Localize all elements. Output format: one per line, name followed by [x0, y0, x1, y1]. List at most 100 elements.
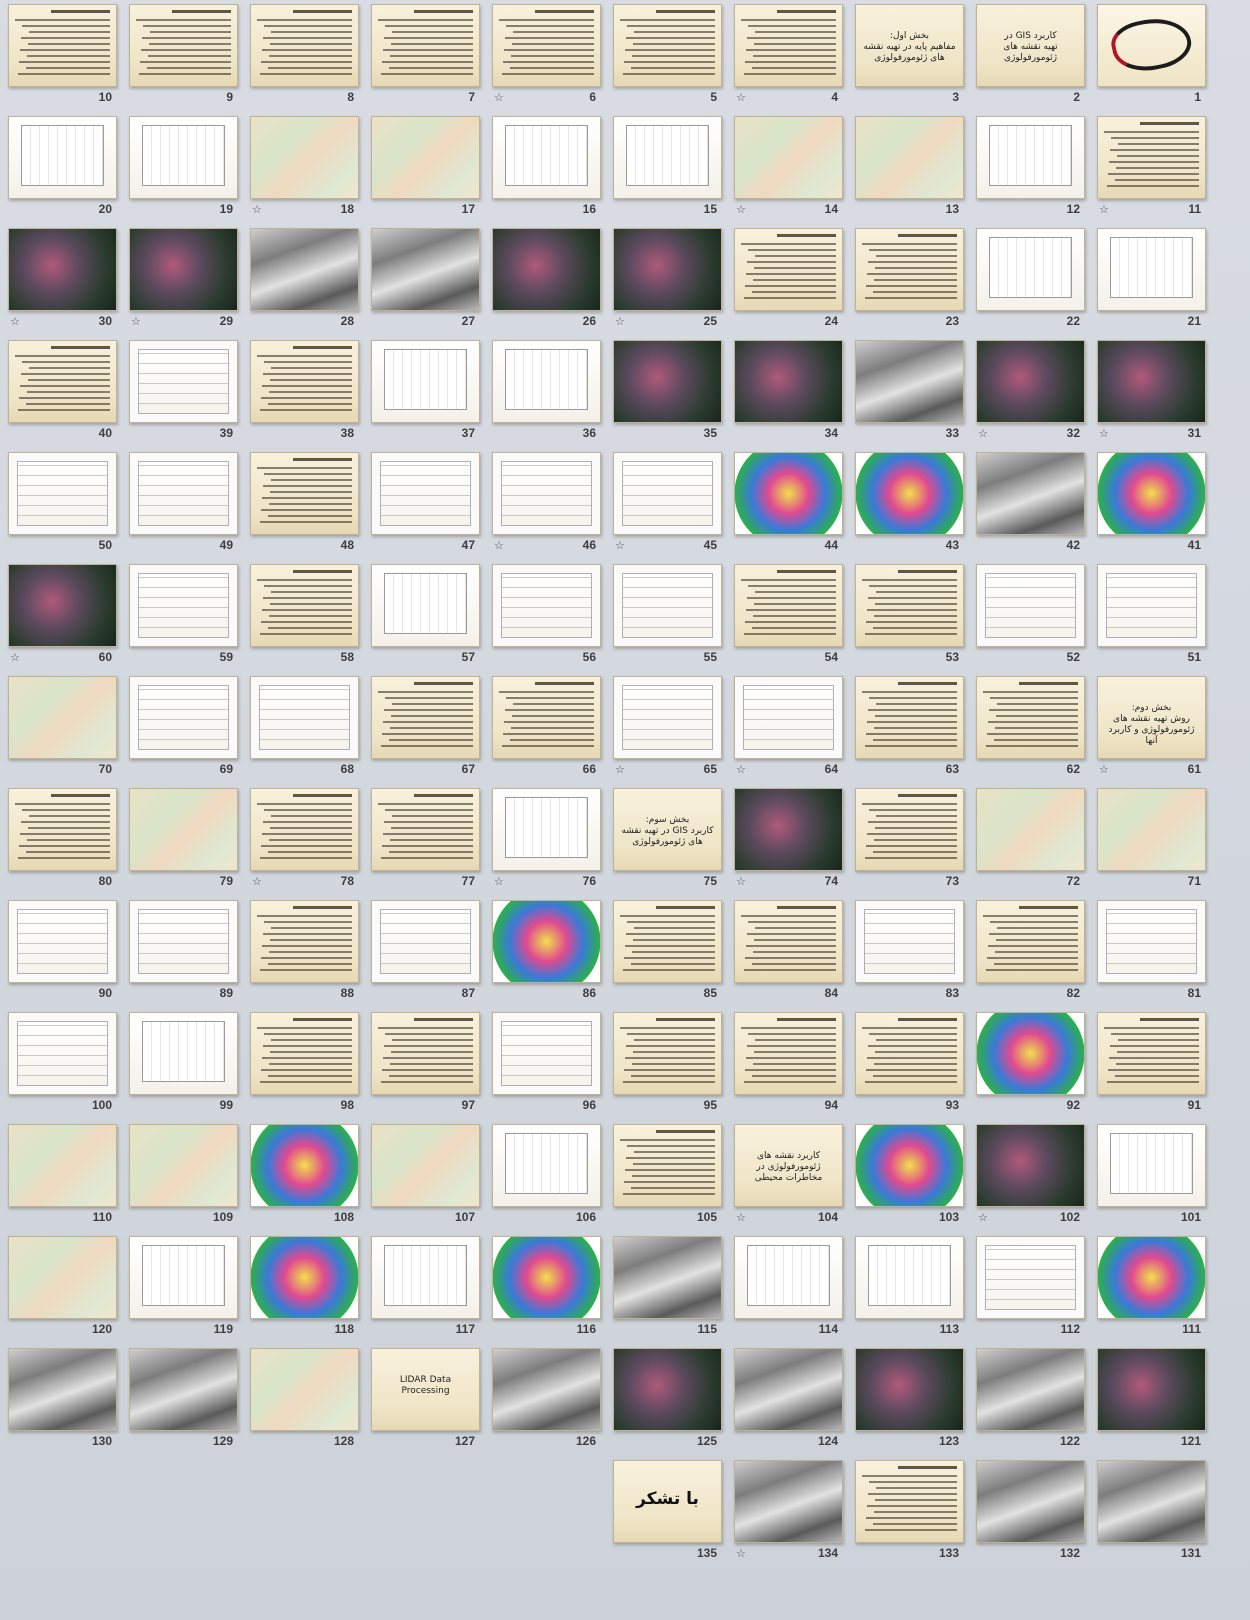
slide-thumbnail[interactable] — [613, 1012, 722, 1095]
slide-thumbnail[interactable] — [976, 1348, 1085, 1431]
slide-thumbnail[interactable] — [371, 1124, 480, 1207]
slide-thumbnail[interactable] — [8, 452, 117, 535]
slide-thumbnail[interactable] — [734, 900, 843, 983]
transition-star-icon[interactable]: ☆ — [736, 1547, 746, 1560]
transition-star-icon[interactable]: ☆ — [736, 203, 746, 216]
transition-star-icon[interactable]: ☆ — [252, 875, 262, 888]
slide-thumbnail[interactable] — [613, 116, 722, 199]
slide-thumbnail[interactable] — [492, 452, 601, 535]
slide-thumbnail[interactable] — [8, 1012, 117, 1095]
transition-star-icon[interactable]: ☆ — [494, 91, 504, 104]
slide-thumbnail[interactable] — [129, 1012, 238, 1095]
slide-thumbnail[interactable] — [734, 452, 843, 535]
slide-thumbnail[interactable] — [734, 788, 843, 871]
slide-thumbnail[interactable] — [8, 228, 117, 311]
slide-thumbnail[interactable] — [855, 564, 964, 647]
slide-thumbnail[interactable] — [1097, 788, 1206, 871]
slide-thumbnail[interactable] — [734, 676, 843, 759]
slide-thumbnail[interactable] — [613, 564, 722, 647]
transition-star-icon[interactable]: ☆ — [615, 763, 625, 776]
slide-thumbnail[interactable] — [129, 564, 238, 647]
slide-thumbnail[interactable] — [371, 900, 480, 983]
slide-thumbnail[interactable] — [1097, 564, 1206, 647]
slide-thumbnail[interactable] — [855, 1460, 964, 1543]
transition-star-icon[interactable]: ☆ — [10, 651, 20, 664]
slide-thumbnail[interactable] — [613, 452, 722, 535]
slide-thumbnail[interactable]: بخش سوم: کاربرد GIS در تهیه نقشه های ژئو… — [613, 788, 722, 871]
slide-thumbnail[interactable] — [129, 788, 238, 871]
slide-thumbnail[interactable] — [1097, 340, 1206, 423]
slide-thumbnail[interactable] — [492, 1012, 601, 1095]
slide-thumbnail[interactable] — [492, 564, 601, 647]
slide-thumbnail[interactable] — [8, 4, 117, 87]
slide-thumbnail[interactable] — [855, 452, 964, 535]
slide-thumbnail[interactable] — [976, 1236, 1085, 1319]
slide-thumbnail[interactable] — [250, 4, 359, 87]
slide-thumbnail[interactable]: بخش اول: مفاهیم پایه در تهیه نقشه های ژئ… — [855, 4, 964, 87]
slide-thumbnail[interactable]: LIDAR Data Processing — [371, 1348, 480, 1431]
slide-thumbnail[interactable] — [8, 1124, 117, 1207]
slide-thumbnail[interactable] — [855, 1348, 964, 1431]
slide-thumbnail[interactable] — [855, 116, 964, 199]
slide-thumbnail[interactable] — [371, 1012, 480, 1095]
slide-thumbnail[interactable] — [734, 4, 843, 87]
slide-thumbnail[interactable] — [129, 228, 238, 311]
slide-thumbnail[interactable] — [734, 116, 843, 199]
transition-star-icon[interactable]: ☆ — [131, 315, 141, 328]
slide-thumbnail[interactable] — [976, 340, 1085, 423]
slide-thumbnail[interactable] — [129, 1236, 238, 1319]
transition-star-icon[interactable]: ☆ — [494, 539, 504, 552]
transition-star-icon[interactable]: ☆ — [978, 1211, 988, 1224]
slide-thumbnail[interactable] — [1097, 116, 1206, 199]
slide-thumbnail[interactable] — [8, 564, 117, 647]
slide-thumbnail[interactable]: کاربرد GIS در تهیه نقشه های ژئومورفولوژی — [976, 4, 1085, 87]
slide-thumbnail[interactable] — [129, 1124, 238, 1207]
slide-thumbnail[interactable] — [8, 900, 117, 983]
slide-thumbnail[interactable] — [250, 788, 359, 871]
transition-star-icon[interactable]: ☆ — [736, 1211, 746, 1224]
slide-thumbnail[interactable] — [250, 116, 359, 199]
slide-thumbnail[interactable] — [492, 1348, 601, 1431]
slide-thumbnail[interactable] — [734, 1348, 843, 1431]
slide-thumbnail[interactable] — [734, 228, 843, 311]
slide-thumbnail[interactable] — [855, 1124, 964, 1207]
slide-thumbnail[interactable] — [613, 900, 722, 983]
slide-thumbnail[interactable] — [492, 1124, 601, 1207]
slide-thumbnail[interactable] — [855, 788, 964, 871]
slide-thumbnail[interactable] — [129, 676, 238, 759]
slide-thumbnail[interactable] — [976, 1460, 1085, 1543]
slide-thumbnail[interactable] — [1097, 1012, 1206, 1095]
slide-thumbnail[interactable] — [1097, 1348, 1206, 1431]
slide-thumbnail[interactable] — [250, 1124, 359, 1207]
transition-star-icon[interactable]: ☆ — [1099, 203, 1109, 216]
slide-thumbnail[interactable] — [855, 228, 964, 311]
slide-thumbnail[interactable] — [371, 228, 480, 311]
slide-thumbnail[interactable]: کاربرد نقشه های ژئومورفولوژی در مخاطرات … — [734, 1124, 843, 1207]
slide-thumbnail[interactable] — [8, 1236, 117, 1319]
slide-thumbnail[interactable] — [8, 340, 117, 423]
slide-thumbnail[interactable] — [8, 116, 117, 199]
slide-thumbnail[interactable] — [129, 1348, 238, 1431]
slide-thumbnail[interactable] — [976, 228, 1085, 311]
slide-thumbnail[interactable] — [250, 900, 359, 983]
slide-thumbnail[interactable] — [734, 1236, 843, 1319]
slide-thumbnail[interactable] — [1097, 452, 1206, 535]
slide-thumbnail[interactable] — [1097, 1460, 1206, 1543]
slide-thumbnail[interactable] — [1097, 4, 1206, 87]
slide-thumbnail[interactable] — [1097, 900, 1206, 983]
slide-thumbnail[interactable] — [976, 116, 1085, 199]
slide-thumbnail[interactable]: با تشکر — [613, 1460, 722, 1543]
slide-thumbnail[interactable] — [492, 116, 601, 199]
slide-thumbnail[interactable] — [734, 1012, 843, 1095]
transition-star-icon[interactable]: ☆ — [736, 763, 746, 776]
slide-thumbnail[interactable] — [250, 228, 359, 311]
slide-thumbnail[interactable] — [976, 452, 1085, 535]
slide-thumbnail[interactable] — [613, 676, 722, 759]
slide-thumbnail[interactable] — [613, 4, 722, 87]
slide-thumbnail[interactable] — [371, 116, 480, 199]
slide-thumbnail[interactable] — [129, 4, 238, 87]
slide-thumbnail[interactable] — [734, 564, 843, 647]
slide-thumbnail[interactable] — [492, 900, 601, 983]
slide-thumbnail[interactable] — [129, 900, 238, 983]
slide-thumbnail[interactable] — [734, 340, 843, 423]
